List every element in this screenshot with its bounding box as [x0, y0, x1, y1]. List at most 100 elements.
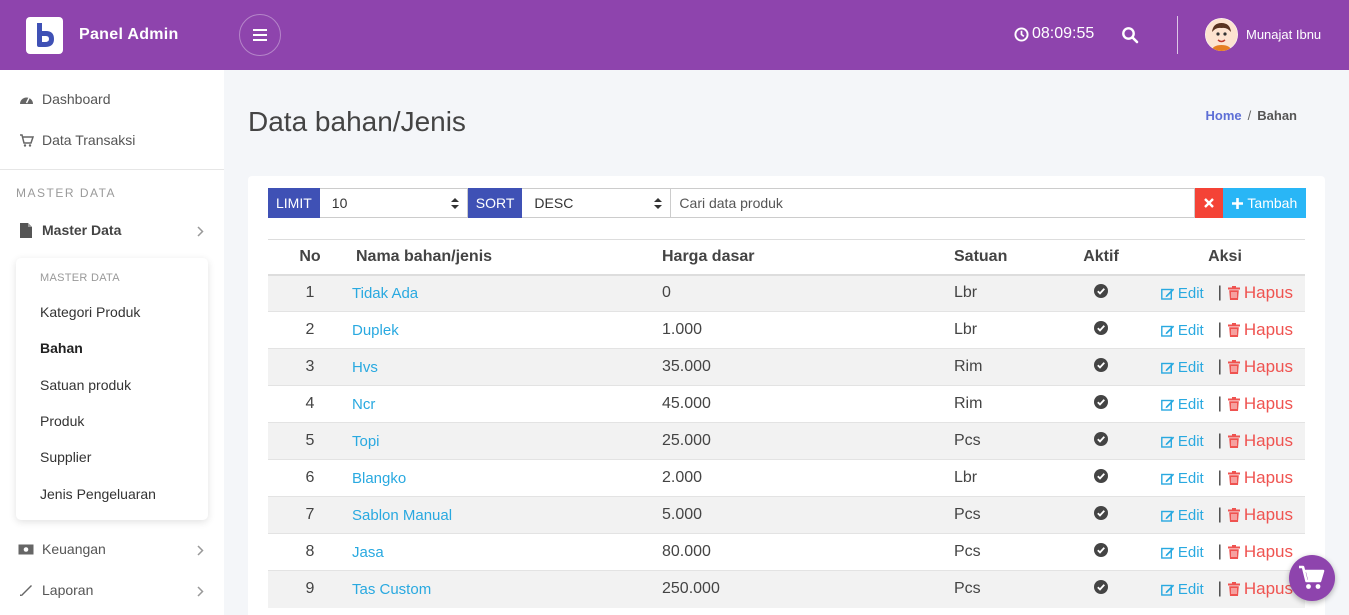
- cell-satuan: Pcs: [954, 533, 1057, 571]
- cell-name-link[interactable]: Ncr: [352, 385, 662, 423]
- submenu-item-produk[interactable]: Produk: [40, 413, 84, 429]
- limit-select[interactable]: 10: [319, 188, 468, 218]
- sidebar-item-dashboard[interactable]: Dashboard: [0, 79, 224, 119]
- edit-button[interactable]: Edit: [1160, 433, 1204, 450]
- column-header-aktif[interactable]: Aktif: [1057, 239, 1145, 276]
- user-menu[interactable]: Munajat Ibnu: [1205, 18, 1321, 51]
- delete-button[interactable]: Hapus: [1227, 394, 1293, 414]
- cell-satuan: Pcs: [954, 570, 1057, 608]
- action-separator: |: [1217, 506, 1222, 523]
- table-row: 8 Jasa 80.000 Pcs Edit | Hapus: [268, 533, 1305, 571]
- column-header-satuan[interactable]: Satuan: [954, 239, 1057, 276]
- edit-button[interactable]: Edit: [1160, 580, 1204, 598]
- page-title: Data bahan/Jenis: [248, 106, 466, 137]
- sort-value: DESC: [534, 195, 574, 211]
- shopping-cart-icon: [1299, 565, 1325, 589]
- delete-button[interactable]: Hapus: [1227, 579, 1293, 599]
- check-circle-icon: [1094, 394, 1108, 409]
- cell-aktif: [1057, 348, 1145, 386]
- cell-satuan: Rim: [954, 348, 1057, 386]
- edit-button[interactable]: Edit: [1160, 321, 1204, 339]
- cell-name-link[interactable]: Duplek: [352, 311, 662, 349]
- edit-label: Edit: [1177, 321, 1204, 339]
- sidebar-item-data-transaksi[interactable]: Data Transaksi: [0, 120, 224, 160]
- breadcrumb-separator: /: [1247, 108, 1252, 123]
- brand[interactable]: Panel Admin: [0, 0, 224, 70]
- delete-button[interactable]: Hapus: [1227, 357, 1293, 377]
- column-header-nama[interactable]: Nama bahan/jenis: [352, 239, 662, 276]
- column-header-harga[interactable]: Harga dasar: [662, 239, 954, 276]
- add-button-label: Tambah: [1247, 195, 1298, 211]
- edit-label: Edit: [1177, 469, 1204, 487]
- search-input[interactable]: Cari data produk: [671, 188, 1196, 218]
- trash-icon: [1227, 434, 1240, 448]
- cell-name-link[interactable]: Jasa: [352, 533, 662, 571]
- cell-name-link[interactable]: Tidak Ada: [352, 274, 662, 312]
- edit-button[interactable]: Edit: [1160, 285, 1204, 302]
- edit-icon: [1160, 436, 1175, 448]
- add-button[interactable]: Tambah: [1223, 188, 1307, 218]
- data-table: No Nama bahan/jenis Harga dasar Satuan A…: [268, 239, 1305, 608]
- cell-name-link[interactable]: Topi: [352, 422, 662, 460]
- cell-harga: 25.000: [662, 422, 954, 460]
- cell-no: 1: [268, 274, 352, 312]
- table-row: 1 Tidak Ada 0 Lbr Edit | Hapus: [268, 274, 1305, 312]
- delete-label: Hapus: [1243, 468, 1293, 487]
- edit-button[interactable]: Edit: [1160, 507, 1204, 524]
- sidebar-item-label: Laporan: [42, 582, 94, 598]
- delete-button[interactable]: Hapus: [1227, 431, 1293, 451]
- cell-harga: 0: [662, 274, 954, 312]
- sidebar-item-keuangan[interactable]: Keuangan: [0, 529, 224, 569]
- clock-time: 08:09:55: [1032, 25, 1095, 42]
- table-header-row: No Nama bahan/jenis Harga dasar Satuan A…: [268, 239, 1305, 276]
- cell-harga: 5.000: [662, 496, 954, 534]
- cell-aktif: [1057, 570, 1145, 608]
- cell-aksi: Edit | Hapus: [1145, 348, 1305, 386]
- clear-search-button[interactable]: [1195, 188, 1224, 218]
- menu-toggle-button[interactable]: [239, 14, 281, 56]
- delete-button[interactable]: Hapus: [1227, 542, 1293, 562]
- submenu-item-jenis-pengeluaran[interactable]: Jenis Pengeluaran: [40, 486, 156, 502]
- edit-button[interactable]: Edit: [1160, 469, 1204, 487]
- column-header-no[interactable]: No: [268, 239, 352, 276]
- cell-satuan: Lbr: [954, 311, 1057, 349]
- submenu-item-supplier[interactable]: Supplier: [40, 449, 91, 465]
- cell-name-link[interactable]: Hvs: [352, 348, 662, 386]
- delete-button[interactable]: Hapus: [1227, 283, 1293, 303]
- search-button[interactable]: [1121, 26, 1139, 49]
- edit-icon: [1160, 362, 1175, 374]
- trash-icon: [1227, 323, 1240, 337]
- table-row: 9 Tas Custom 250.000 Pcs Edit | Hapus: [268, 570, 1305, 608]
- sidebar-item-master-data[interactable]: Master Data: [0, 210, 224, 250]
- breadcrumb-home-link[interactable]: Home: [1206, 108, 1242, 123]
- delete-button[interactable]: Hapus: [1227, 320, 1293, 340]
- cell-aksi: Edit | Hapus: [1145, 385, 1305, 423]
- delete-label: Hapus: [1243, 320, 1293, 339]
- cell-aksi: Edit | Hapus: [1145, 422, 1305, 460]
- cell-aktif: [1057, 459, 1145, 497]
- delete-button[interactable]: Hapus: [1227, 505, 1293, 525]
- cart-fab-button[interactable]: [1289, 555, 1335, 601]
- data-card: LIMIT 10 SORT DESC Cari data produk Tamb…: [248, 176, 1325, 615]
- check-circle-icon: [1094, 579, 1108, 594]
- cell-name-link[interactable]: Tas Custom: [352, 570, 662, 608]
- cell-name-link[interactable]: Blangko: [352, 459, 662, 497]
- trash-icon: [1227, 508, 1240, 522]
- cell-satuan: Lbr: [954, 274, 1057, 312]
- sidebar-item-laporan[interactable]: Laporan: [0, 570, 224, 610]
- sidebar-item-label: Data Transaksi: [42, 132, 136, 148]
- edit-icon: [1160, 399, 1175, 411]
- edit-button[interactable]: Edit: [1160, 359, 1204, 376]
- submenu-item-bahan[interactable]: Bahan: [40, 340, 83, 356]
- edit-icon: [1160, 547, 1175, 559]
- delete-button[interactable]: Hapus: [1227, 468, 1293, 488]
- edit-button[interactable]: Edit: [1160, 396, 1204, 413]
- submenu-item-kategori-produk[interactable]: Kategori Produk: [40, 304, 140, 320]
- submenu-item-satuan-produk[interactable]: Satuan produk: [40, 377, 131, 393]
- edit-label: Edit: [1177, 580, 1204, 598]
- limit-label: LIMIT: [268, 188, 320, 218]
- cell-name-link[interactable]: Sablon Manual: [352, 496, 662, 534]
- sort-select[interactable]: DESC: [522, 188, 672, 218]
- cell-harga: 250.000: [662, 570, 954, 608]
- edit-button[interactable]: Edit: [1160, 544, 1204, 561]
